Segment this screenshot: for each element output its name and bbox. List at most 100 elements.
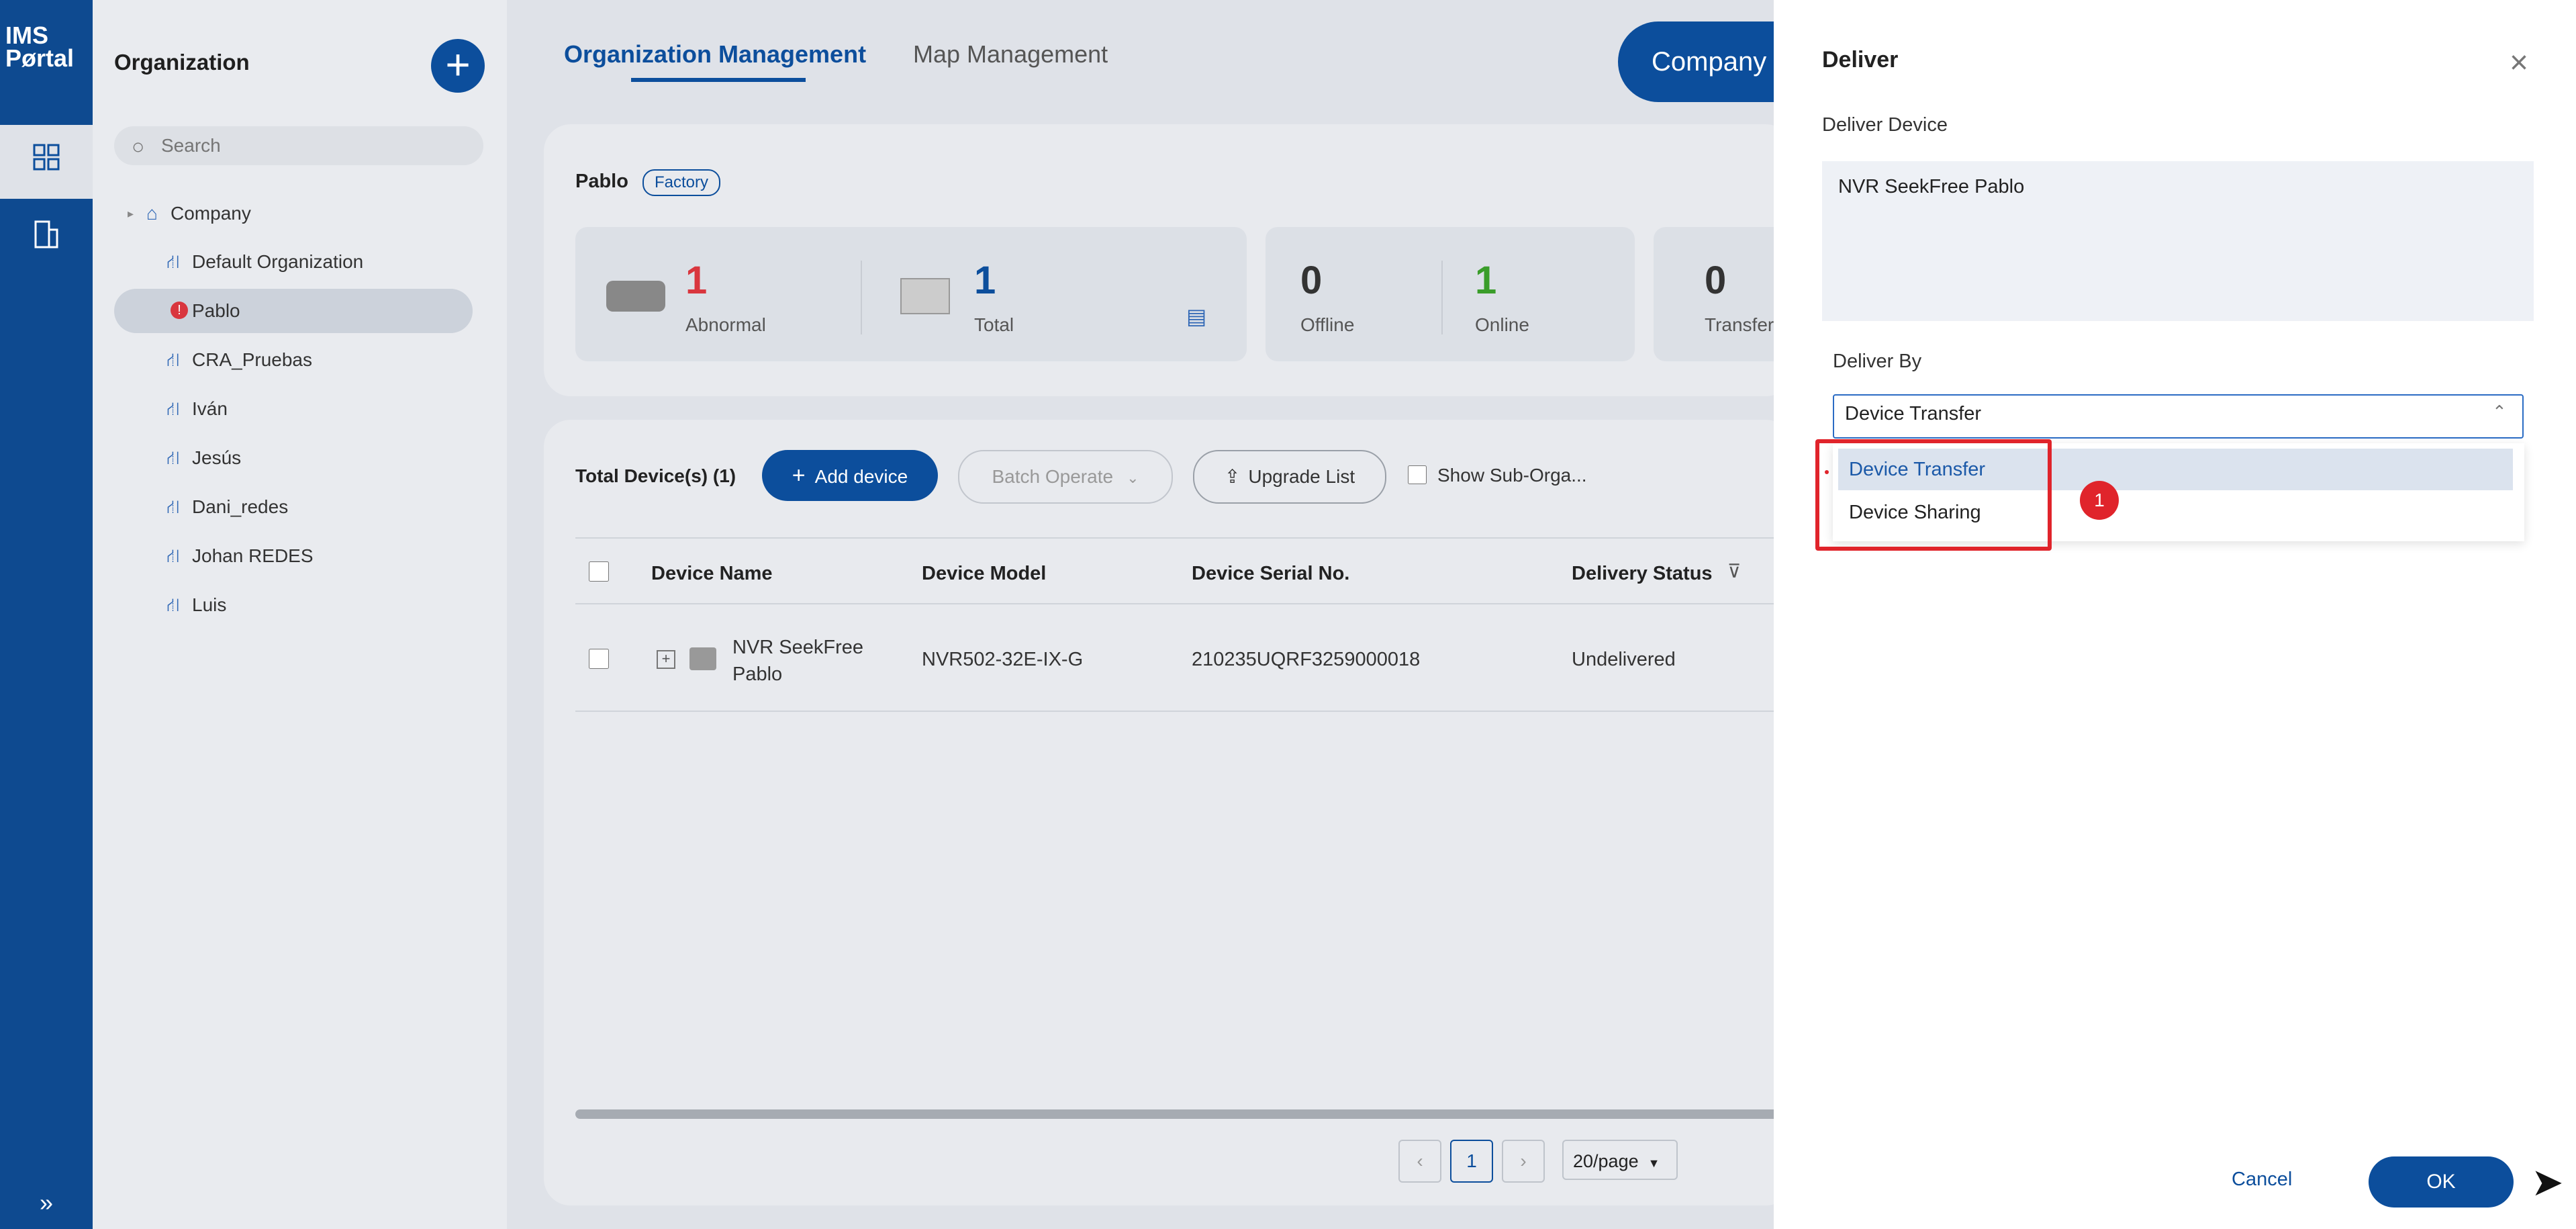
deliver-by-value: Device Transfer: [1845, 403, 1982, 424]
deliver-drawer: Deliver × Deliver Device NVR SeekFree Pa…: [1774, 0, 2576, 1229]
alert-icon: !: [171, 302, 188, 319]
tab-map-management[interactable]: Map Management: [913, 40, 1108, 69]
stat-transfer-value: 0: [1705, 259, 1727, 302]
tree-item-ivan[interactable]: ⛙ Iván: [114, 387, 473, 431]
device-serial-cell: 210235UQRF3259000018: [1192, 649, 1421, 670]
company-icon: ⌂: [146, 203, 158, 224]
logo-line-1: IMS: [5, 21, 49, 49]
header-device-serial[interactable]: Device Serial No.: [1192, 563, 1349, 585]
upgrade-list-button[interactable]: ⇪ Upgrade List: [1193, 450, 1386, 504]
tree-item-pablo[interactable]: ! Pablo: [114, 289, 473, 333]
tab-organization-management[interactable]: Organization Management: [564, 40, 866, 69]
caret-down-icon: ▼: [1648, 1156, 1660, 1170]
chevron-up-icon[interactable]: ⌃: [2492, 402, 2507, 422]
tree-item-label: Pablo: [192, 300, 240, 321]
row-checkbox[interactable]: [589, 649, 609, 669]
chevron-down-icon: ⌄: [1127, 469, 1139, 486]
next-page-button[interactable]: ›: [1502, 1140, 1545, 1183]
tree-item-label: Jesús: [192, 447, 242, 468]
header-device-model[interactable]: Device Model: [922, 563, 1046, 585]
search-input[interactable]: [160, 130, 458, 161]
add-device-label: Add device: [814, 466, 908, 487]
app-logo: IMS Pørtal: [5, 21, 75, 72]
tree-item-label: Dani_redes: [192, 496, 289, 517]
total-devices: Total Device(s) (1): [575, 465, 736, 486]
batch-operate-label: Batch Operate: [992, 466, 1114, 487]
stat-abnormal-value: 1: [685, 259, 708, 302]
deliver-device-label: Deliver Device: [1822, 114, 1948, 136]
add-organization-button[interactable]: +: [431, 39, 485, 93]
tree-item-label: Default Organization: [192, 251, 364, 272]
page-1-button[interactable]: 1: [1450, 1140, 1493, 1183]
header-device-name[interactable]: Device Name: [651, 563, 773, 585]
ok-button[interactable]: OK: [2369, 1156, 2514, 1208]
logo-line-2: Pørtal: [5, 44, 75, 72]
table-divider: [575, 537, 1793, 539]
active-tab-underline: [631, 78, 806, 82]
upgrade-list-label: Upgrade List: [1248, 466, 1355, 487]
tree-item-jesus[interactable]: ⛙ Jesús: [114, 436, 473, 480]
tree-item-label: Iván: [192, 398, 228, 419]
filter-icon[interactable]: ⊽: [1727, 560, 1742, 582]
tree-item-johan-redes[interactable]: ⛙ Johan REDES: [114, 534, 473, 578]
header-delivery-status[interactable]: Delivery Status: [1572, 563, 1713, 585]
device-name-line-1: NVR SeekFree: [732, 637, 864, 658]
org-name: Pablo: [575, 171, 628, 192]
tree-item-default-organization[interactable]: ⛙ Default Organization: [114, 240, 473, 284]
nvr-device-icon: [689, 647, 716, 670]
dashboard-grid-icon[interactable]: [0, 144, 93, 177]
deliver-device-value: NVR SeekFree Pablo: [1838, 176, 2025, 197]
table-divider: [575, 603, 1793, 604]
cancel-button[interactable]: Cancel: [2232, 1169, 2292, 1191]
close-icon[interactable]: ×: [2510, 44, 2528, 81]
expand-caret-icon[interactable]: ▸: [128, 191, 134, 236]
tree-item-label: CRA_Pruebas: [192, 349, 312, 370]
stat-total-value: 1: [974, 259, 996, 302]
dialog-title: Deliver: [1822, 47, 1899, 73]
device-name-cell[interactable]: NVR SeekFree Pablo: [732, 634, 863, 688]
mouse-cursor-icon: ➤: [2531, 1160, 2564, 1204]
plus-icon: +: [792, 463, 806, 488]
company-button[interactable]: Company: [1618, 21, 1793, 102]
building-icon[interactable]: [0, 219, 93, 255]
select-all-checkbox[interactable]: [589, 561, 609, 582]
divider: [1441, 261, 1443, 334]
org-network-icon: ⛙: [166, 398, 180, 419]
batch-operate-button[interactable]: Batch Operate ⌄: [958, 450, 1173, 504]
org-network-icon: ⛙: [166, 251, 180, 272]
tree-item-cra-pruebas[interactable]: ⛙ CRA_Pruebas: [114, 338, 473, 382]
org-network-icon: ⛙: [166, 349, 180, 370]
tree-item-luis[interactable]: ⛙ Luis: [114, 583, 473, 627]
stat-online-value: 1: [1475, 259, 1497, 302]
org-network-icon: ⛙: [166, 545, 180, 566]
tree-item-label: Company: [171, 203, 251, 224]
show-sub-org-checkbox[interactable]: [1408, 465, 1427, 484]
double-chevron-right-icon[interactable]: »: [0, 1189, 93, 1217]
delivery-status-cell: Undelivered: [1572, 649, 1676, 670]
table-divider: [575, 711, 1793, 712]
tree-item-label: Johan REDES: [192, 545, 314, 566]
upload-icon: ⇪: [1224, 466, 1241, 487]
org-network-icon: ⛙: [166, 594, 180, 615]
panel-title: Organization: [114, 50, 250, 75]
horizontal-scrollbar[interactable]: [575, 1109, 1793, 1119]
tree-item-company[interactable]: ▸ ⌂ Company: [114, 191, 473, 236]
show-sub-org-label: Show Sub-Orga...: [1437, 465, 1587, 486]
add-device-button[interactable]: + Add device: [762, 450, 938, 501]
annotation-step-badge: 1: [2080, 481, 2119, 520]
left-nav-rail: IMS Pørtal »: [0, 0, 93, 1229]
tree-item-label: Luis: [192, 594, 227, 615]
page-size-select[interactable]: 20/page ▼: [1562, 1140, 1678, 1180]
expand-row-icon[interactable]: +: [657, 650, 675, 669]
prev-page-button[interactable]: ‹: [1398, 1140, 1441, 1183]
stat-offline-label: Offline: [1300, 314, 1355, 335]
stat-total-label: Total: [974, 314, 1014, 335]
stat-abnormal-label: Abnormal: [685, 314, 766, 335]
tree-item-dani-redes[interactable]: ⛙ Dani_redes: [114, 485, 473, 529]
stat-transfer-label: Transfer: [1705, 314, 1774, 335]
search-icon: ○: [132, 134, 145, 158]
annotation-highlight-box: [1815, 439, 2052, 551]
page-size-value: 20/page: [1573, 1151, 1639, 1171]
report-icon[interactable]: ▤: [1186, 304, 1206, 329]
divider: [861, 261, 862, 334]
